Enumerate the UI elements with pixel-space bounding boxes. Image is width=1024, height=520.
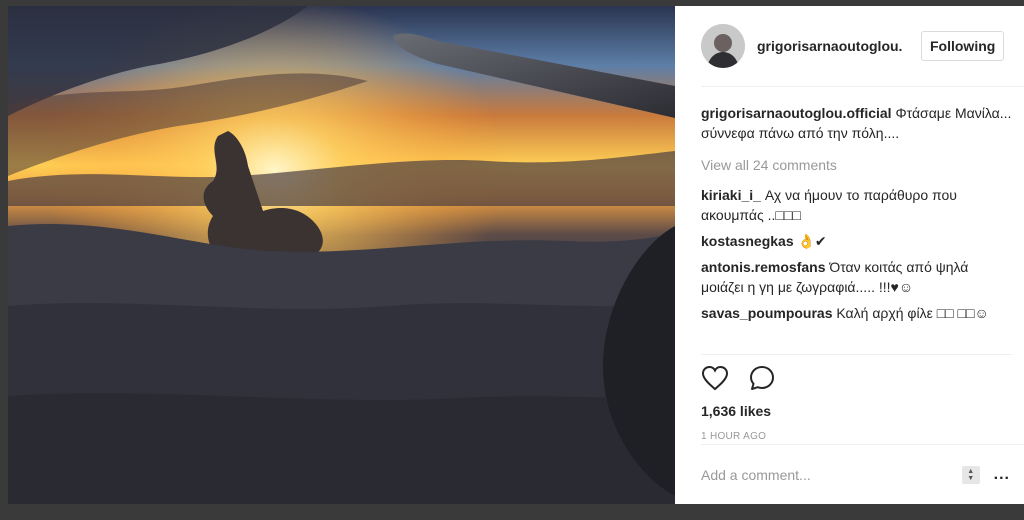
comment-text: Καλή αρχή φίλε □□ □□☺ — [832, 305, 989, 321]
list-item: savas_poumpouras Καλή αρχή φίλε □□ □□☺ — [701, 303, 1012, 323]
comment-username[interactable]: antonis.remosfans — [701, 259, 825, 275]
list-item: antonis.remosfans Όταν κοιτάς από ψηλά μ… — [701, 257, 1012, 297]
comment-text: 👌✔ — [793, 233, 827, 249]
post-photo[interactable] — [8, 6, 675, 504]
comment-username[interactable]: kiriaki_i_ — [701, 187, 761, 203]
following-button[interactable]: Following — [921, 31, 1005, 61]
action-icons — [701, 365, 1012, 395]
post-header: grigorisarnaoutoglou. Following — [701, 6, 1024, 87]
comment-bubble-icon[interactable] — [749, 365, 775, 396]
list-item: kostasnegkas 👌✔ — [701, 231, 1012, 251]
post-caption: grigorisarnaoutoglou.official Φτάσαμε Μα… — [701, 103, 1012, 143]
post-details-panel: grigorisarnaoutoglou. Following grigoris… — [675, 6, 1024, 504]
list-item: kiriaki_i_ Αχ να ήμουν το παράθυρο που α… — [701, 185, 1012, 225]
spinner-arrows-icon[interactable]: ▲ ▼ — [961, 466, 980, 484]
comment-username[interactable]: savas_poumpouras — [701, 305, 833, 321]
heart-icon[interactable] — [701, 365, 729, 396]
likes-count[interactable]: 1,636 likes — [701, 403, 1012, 419]
post-actions: 1,636 likes 1 HOUR AGO — [701, 354, 1012, 442]
add-comment-bar: ▲▼ ... — [701, 444, 1024, 505]
avatar[interactable] — [701, 24, 745, 68]
comment-input[interactable] — [701, 467, 962, 483]
comment-username[interactable]: kostasnegkas — [701, 233, 794, 249]
view-all-comments-link[interactable]: View all 24 comments — [701, 155, 1012, 175]
post-timestamp[interactable]: 1 HOUR AGO — [701, 431, 1012, 442]
more-options-icon[interactable]: ... — [994, 466, 1010, 484]
avatar-image — [701, 24, 745, 68]
comments-list: grigorisarnaoutoglou.official Φτάσαμε Μα… — [701, 87, 1024, 323]
post-username[interactable]: grigorisarnaoutoglou. — [757, 38, 911, 54]
sunset-above-clouds-image — [8, 6, 675, 504]
caption-username[interactable]: grigorisarnaoutoglou.official — [701, 105, 892, 121]
